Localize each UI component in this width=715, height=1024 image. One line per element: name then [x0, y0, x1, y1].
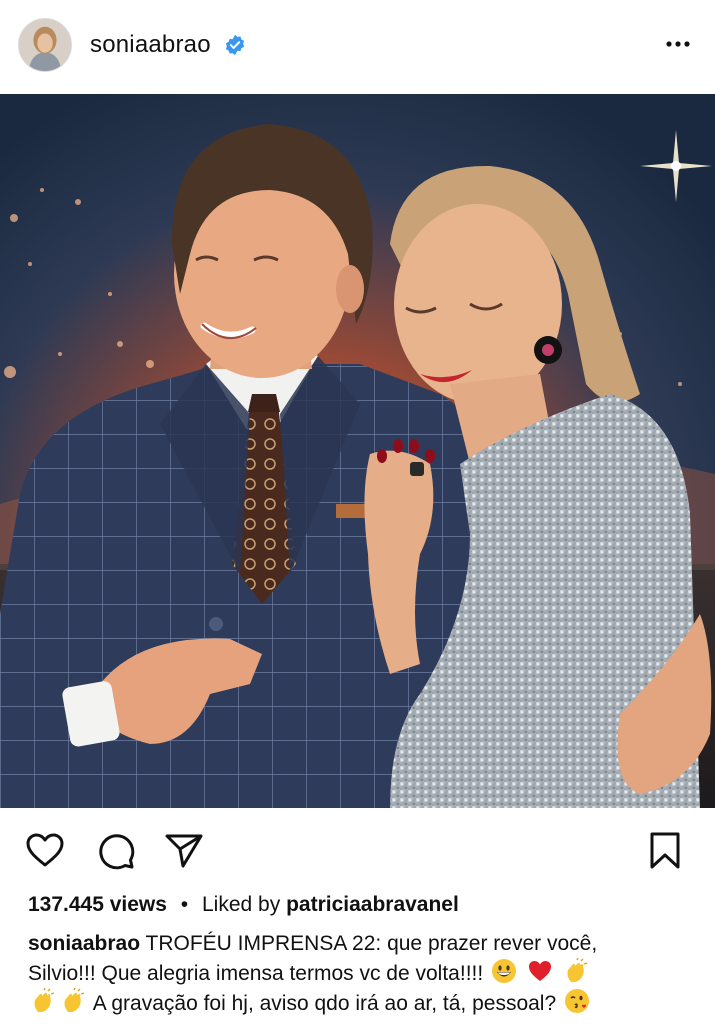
save-button[interactable]: [644, 830, 686, 872]
clapping-hands-emoji-icon: [34, 988, 55, 1013]
views-count[interactable]: 137.445 views: [28, 893, 167, 916]
views-and-likes: 137.445 views • Liked by patriciaabravan…: [28, 893, 459, 917]
post-header: sonia​abrao: [0, 0, 715, 94]
face-blowing-kiss-emoji-icon: [565, 989, 589, 1013]
clapping-hands-emoji-icon: [567, 958, 587, 983]
caption-line-2: Silvio!!! Que alegria imensa termos vc d…: [28, 962, 484, 985]
heart-icon: [26, 833, 64, 867]
comment-icon: [99, 834, 135, 870]
liked-by-prefix: Liked by: [202, 893, 281, 916]
post-media[interactable]: [0, 94, 715, 808]
clapping-hands-emoji-icon: [64, 988, 85, 1013]
caption-author[interactable]: sonia​abrao: [28, 932, 140, 955]
red-heart-emoji-icon: [528, 961, 551, 981]
comment-button[interactable]: [95, 830, 137, 872]
verified-badge-icon: [225, 34, 245, 56]
caption-line-1: TROFÉU IMPRENSA 22: que prazer rever voc…: [145, 932, 598, 955]
post-caption: sonia​abrao TROFÉU IMPRENSA 22: que praz…: [28, 930, 698, 1018]
more-options-icon[interactable]: [664, 30, 692, 58]
liked-by-user[interactable]: patriciaabravanel: [286, 893, 459, 916]
share-button[interactable]: [163, 830, 205, 872]
post-photo: [0, 94, 715, 808]
send-icon: [165, 834, 203, 868]
bookmark-icon: [650, 832, 680, 869]
caption-line-3: A gravação foi hj, aviso qdo irá ao ar, …: [92, 992, 557, 1015]
post-username[interactable]: sonia​abrao: [90, 31, 211, 59]
grinning-face-emoji-icon: [492, 959, 517, 983]
post-actions-bar: [0, 808, 715, 888]
profile-avatar[interactable]: [18, 18, 72, 72]
separator-dot: •: [180, 893, 189, 916]
like-button[interactable]: [24, 830, 66, 872]
